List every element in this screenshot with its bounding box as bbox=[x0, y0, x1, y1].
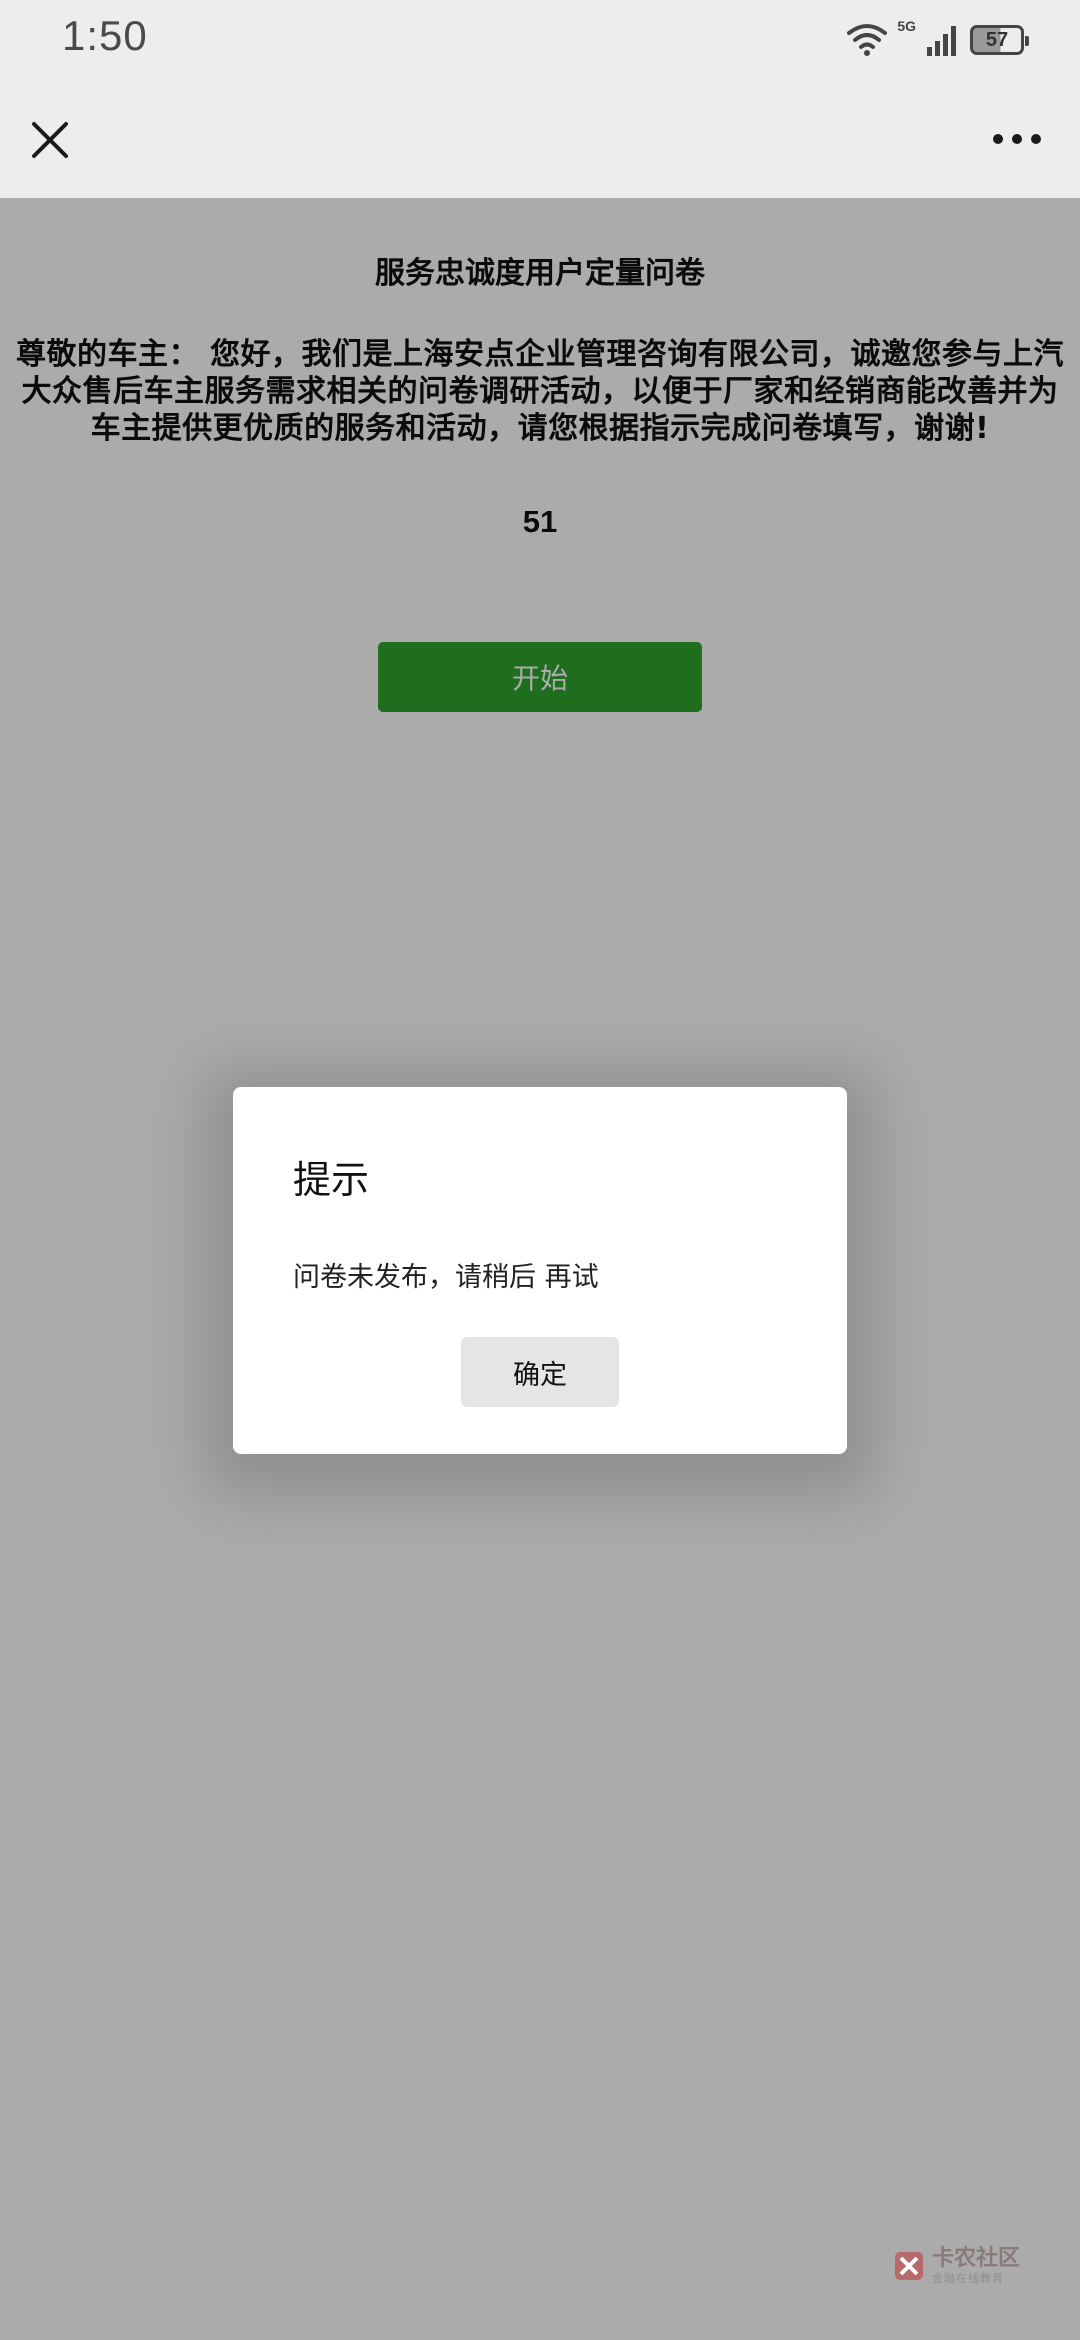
status-icons: 5G 57 bbox=[847, 18, 1029, 60]
nav-bar bbox=[0, 80, 1080, 198]
close-button[interactable] bbox=[22, 112, 78, 168]
status-bar: 1:50 5G 57 bbox=[0, 0, 1080, 80]
signal-icon bbox=[927, 26, 956, 56]
battery-icon: 57 bbox=[970, 25, 1029, 55]
dialog-title: 提示 bbox=[293, 1158, 370, 1202]
wifi-icon bbox=[847, 24, 888, 56]
alert-dialog: 提示 问卷未发布，请稍后 再试 确定 bbox=[233, 1087, 847, 1454]
watermark-main-text: 卡农社区 bbox=[931, 2246, 1020, 2271]
watermark-logo-icon bbox=[894, 2252, 923, 2280]
more-dots-icon bbox=[993, 134, 1041, 144]
status-time: 1:50 bbox=[62, 12, 148, 59]
watermark-sub-text: 金融在线教育 bbox=[931, 2272, 1004, 2285]
watermark: 卡农社区 金融在线教育 bbox=[892, 2248, 1020, 2284]
close-icon bbox=[32, 122, 68, 158]
watermark-text: 卡农社区 金融在线教育 bbox=[931, 2246, 1020, 2285]
more-options-button[interactable] bbox=[982, 114, 1052, 164]
dialog-message: 问卷未发布，请稍后 再试 bbox=[293, 1262, 599, 1293]
confirm-button[interactable]: 确定 bbox=[461, 1337, 619, 1407]
network-type-label: 5G bbox=[897, 18, 916, 34]
